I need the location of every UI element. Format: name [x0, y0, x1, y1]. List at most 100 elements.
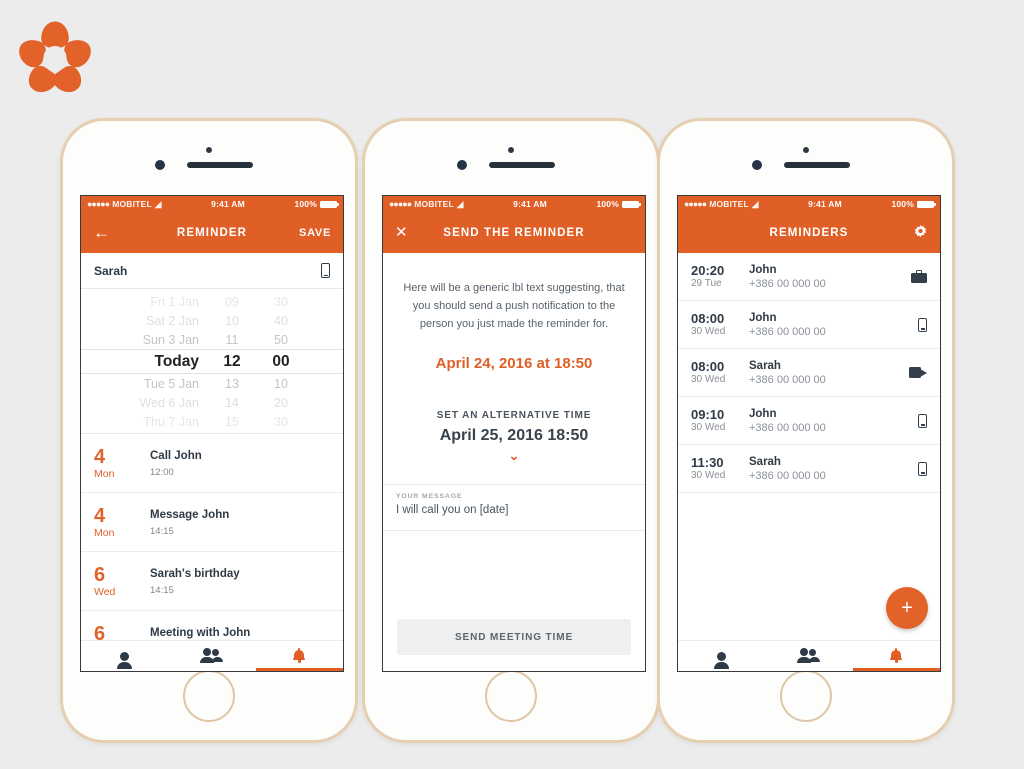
- nav-bar: REMINDERS: [678, 212, 940, 253]
- mobile-phone-icon: [918, 413, 927, 428]
- row-contact: John +386 00 000 00: [749, 407, 905, 434]
- row-icon[interactable]: [905, 270, 927, 283]
- picker-row[interactable]: Wed 6 Jan 14 20: [81, 393, 343, 412]
- picker-row-selected[interactable]: Today 12 00: [81, 349, 343, 374]
- video-camera-icon: [909, 367, 927, 378]
- item-date: 6 Wed: [94, 563, 150, 598]
- mobile-phone-icon[interactable]: [321, 263, 330, 278]
- picker-row[interactable]: Sun 3 Jan 11 50: [81, 330, 343, 349]
- datetime-picker[interactable]: Fri 1 Jan 09 30 Sat 2 Jan 10 40 Sun 3 Ja…: [81, 289, 343, 434]
- message-field[interactable]: YOUR MESSAGE I will call you on [date]: [383, 484, 645, 532]
- alt-date-value[interactable]: April 25, 2016 18:50: [383, 427, 645, 445]
- status-time: 9:41 AM: [211, 199, 245, 209]
- bell-icon: [890, 648, 903, 664]
- carrier-label: MOBITEL: [414, 199, 454, 209]
- row-name: John: [749, 408, 777, 421]
- row-icon[interactable]: [905, 461, 927, 476]
- proximity-sensor: [803, 147, 809, 153]
- gear-icon[interactable]: [913, 224, 928, 242]
- item-day: 6: [94, 563, 106, 586]
- row-hour: 08:00: [691, 358, 725, 374]
- picker-min: 50: [274, 332, 288, 347]
- table-row[interactable]: 08:00 30 Wed John +386 00 000 00: [678, 301, 940, 349]
- table-row[interactable]: 09:10 30 Wed John +386 00 000 00: [678, 397, 940, 445]
- proximity-sensor: [206, 147, 212, 153]
- tab-people[interactable]: [765, 641, 852, 671]
- picker-row[interactable]: Sat 2 Jan 10 40: [81, 311, 343, 330]
- wifi-icon: ◢: [456, 198, 464, 209]
- item-title: Message John: [150, 509, 230, 522]
- back-arrow-icon[interactable]: ←: [93, 224, 111, 241]
- row-icon[interactable]: [905, 367, 927, 378]
- row-icon[interactable]: [905, 413, 927, 428]
- item-time: 14:15: [150, 525, 174, 537]
- save-button[interactable]: SAVE: [299, 227, 331, 239]
- item-title: Meeting with John: [150, 627, 251, 640]
- list-item[interactable]: 4 Mon Call John 12:00: [81, 434, 343, 493]
- battery-full-icon: [621, 200, 642, 208]
- add-reminder-fab[interactable]: +: [886, 587, 928, 629]
- picker-hour: 10: [225, 313, 239, 328]
- table-row[interactable]: 20:20 29 Tue John +386 00 000 00: [678, 253, 940, 301]
- tab-people[interactable]: [168, 641, 255, 671]
- close-x-icon[interactable]: ✕: [395, 225, 408, 240]
- picker-min: 20: [274, 395, 288, 410]
- battery-percent: 100%: [596, 199, 619, 209]
- front-camera: [457, 160, 467, 170]
- flower-logo: [16, 20, 94, 93]
- picker-date: Fri 1 Jan: [150, 294, 199, 309]
- row-hour: 11:30: [691, 454, 724, 470]
- wifi-icon: ◢: [751, 198, 759, 209]
- row-time: 08:00 30 Wed: [691, 311, 749, 338]
- list-item[interactable]: 6 Wed Sarah's birthday 14:15: [81, 552, 343, 611]
- picker-hour: 09: [225, 294, 239, 309]
- row-icon[interactable]: [905, 317, 927, 332]
- picker-date: Sun 3 Jan: [142, 332, 199, 347]
- page-title: SEND THE REMINDER: [443, 226, 585, 239]
- list-item[interactable]: 6 Wed Meeting with John 14:15: [81, 611, 343, 640]
- home-button[interactable]: [485, 670, 537, 722]
- status-bar: ●●●●● MOBITEL ◢ 9:41 AM 100%: [81, 196, 343, 212]
- signal-dots-icon: ●●●●●: [87, 199, 110, 209]
- table-row[interactable]: 08:00 30 Wed Sarah +386 00 000 00: [678, 349, 940, 397]
- briefcase-icon: [911, 270, 927, 283]
- status-time: 9:41 AM: [808, 199, 842, 209]
- tab-person[interactable]: [81, 641, 168, 671]
- table-row[interactable]: 11:30 30 Wed Sarah +386 00 000 00: [678, 445, 940, 493]
- item-date: 4 Mon: [94, 504, 150, 539]
- screen-reminders-list: ●●●●● MOBITEL ◢ 9:41 AM 100% REMINDERS 2…: [677, 195, 941, 672]
- picker-date: Thu 7 Jan: [143, 414, 199, 429]
- phone-frame-2: ●●●●● MOBITEL ◢ 9:41 AM 100% ✕ SEND THE …: [362, 118, 660, 743]
- mobile-phone-icon: [918, 317, 927, 332]
- page-title: REMINDERS: [769, 226, 849, 239]
- row-contact: John +386 00 000 00: [749, 311, 905, 338]
- tab-reminders[interactable]: [852, 641, 940, 671]
- item-day: 4: [94, 504, 106, 527]
- row-phone: +386 00 000 00: [749, 373, 826, 386]
- list-item[interactable]: 4 Mon Message John 14:15: [81, 493, 343, 552]
- picker-row[interactable]: Thu 7 Jan 15 30: [81, 412, 343, 431]
- picker-row[interactable]: Fri 1 Jan 09 30: [81, 292, 343, 311]
- signal-dots-icon: ●●●●●: [684, 199, 707, 209]
- home-button[interactable]: [780, 670, 832, 722]
- picker-hour: 14: [225, 395, 239, 410]
- tab-active-indicator: [255, 668, 343, 671]
- row-name: Sarah: [749, 360, 781, 373]
- tab-person[interactable]: [678, 641, 765, 671]
- row-date: 30 Wed: [691, 374, 726, 386]
- picker-hour: 15: [225, 414, 239, 429]
- row-date: 30 Wed: [691, 422, 726, 434]
- screen-reminder: ●●●●● MOBITEL ◢ 9:41 AM 100% ← REMINDER …: [80, 195, 344, 672]
- send-meeting-time-button[interactable]: SEND MEETING TIME: [397, 619, 631, 655]
- message-value[interactable]: I will call you on [date]: [396, 504, 632, 516]
- page-canvas: ●●●●● MOBITEL ◢ 9:41 AM 100% ← REMINDER …: [0, 0, 1024, 769]
- row-name: John: [749, 264, 777, 277]
- home-button[interactable]: [183, 670, 235, 722]
- person-icon: [117, 651, 133, 669]
- tab-reminders[interactable]: [255, 641, 343, 671]
- chevron-down-icon[interactable]: ⌄: [383, 449, 645, 462]
- picker-row[interactable]: Tue 5 Jan 13 10: [81, 374, 343, 393]
- picker-min: 30: [274, 294, 288, 309]
- contact-row[interactable]: Sarah: [81, 253, 343, 289]
- row-hour: 20:20: [691, 262, 725, 278]
